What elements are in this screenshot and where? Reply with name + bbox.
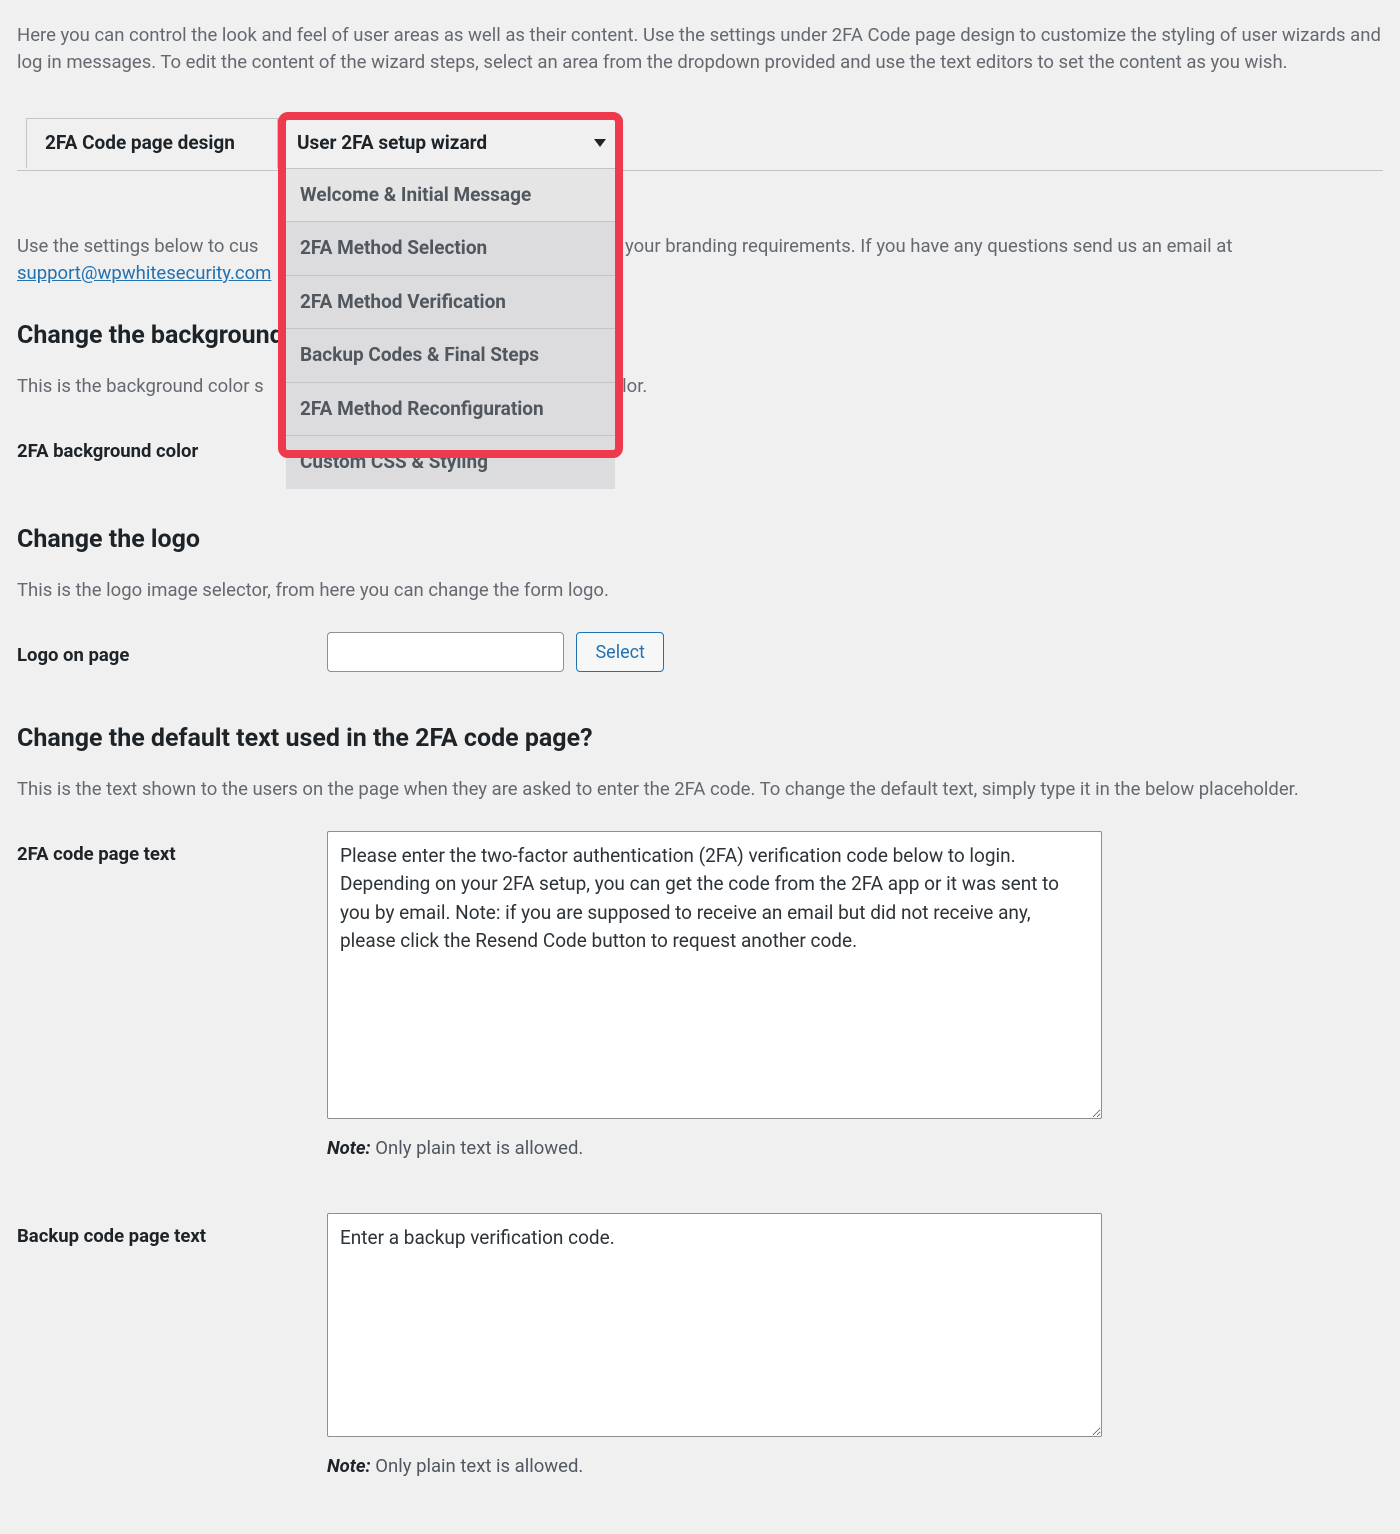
note-text: Only plain text is allowed.: [371, 1455, 584, 1477]
row-backup-text: Backup code page text Note: Only plain t…: [17, 1213, 1383, 1481]
dropdown-opt-method-selection[interactable]: 2FA Method Selection: [286, 222, 615, 276]
tab-label: 2FA Code page design: [45, 129, 235, 158]
chevron-down-icon: [594, 139, 606, 147]
dropdown-opt-method-reconfig[interactable]: 2FA Method Reconfiguration: [286, 383, 615, 437]
text-desc: This is the text shown to the users on t…: [17, 776, 1383, 803]
tab-label: User 2FA setup wizard: [297, 129, 487, 158]
bg-desc: This is the background color s m backgro…: [17, 373, 1383, 400]
settings-intro: Use the settings below to customize the …: [17, 233, 1383, 287]
note-label: Note:: [327, 1455, 371, 1477]
row-2fa-text: 2FA code page text Note: Only plain text…: [17, 831, 1383, 1163]
tab-2fa-code-page-design[interactable]: 2FA Code page design: [26, 118, 278, 169]
textarea-backup-code-page[interactable]: [327, 1213, 1102, 1437]
label-bg-color: 2FA background color: [17, 428, 327, 466]
wizard-dropdown: Welcome & Initial Message 2FA Method Sel…: [286, 169, 615, 489]
label-2fa-text: 2FA code page text: [17, 831, 327, 869]
logo-desc: This is the logo image selector, from he…: [17, 577, 1383, 604]
note-2fa-text: Note: Only plain text is allowed.: [327, 1135, 1383, 1163]
heading-change-text: Change the default text used in the 2FA …: [17, 720, 1383, 758]
dropdown-opt-welcome[interactable]: Welcome & Initial Message: [286, 169, 615, 223]
intro-text: Here you can control the look and feel o…: [17, 22, 1383, 76]
note-text: Only plain text is allowed.: [371, 1137, 584, 1159]
tab-user-2fa-setup-wizard[interactable]: User 2FA setup wizard: [278, 118, 623, 169]
note-backup-text: Note: Only plain text is allowed.: [327, 1453, 1383, 1481]
note-label: Note:: [327, 1137, 371, 1159]
select-button[interactable]: Select: [576, 632, 663, 672]
row-bg-color: 2FA background color: [17, 428, 1383, 466]
label-logo: Logo on page: [17, 632, 327, 670]
dropdown-opt-backup-codes[interactable]: Backup Codes & Final Steps: [286, 329, 615, 383]
logo-input[interactable]: [327, 632, 564, 672]
dropdown-opt-method-verification[interactable]: 2FA Method Verification: [286, 276, 615, 330]
label-backup-text: Backup code page text: [17, 1213, 327, 1251]
text: it meets your branding requirements. If …: [549, 235, 1232, 257]
heading-change-background: Change the background: [17, 317, 1383, 355]
heading-change-logo: Change the logo: [17, 521, 1383, 559]
textarea-2fa-code-page[interactable]: [327, 831, 1102, 1119]
dropdown-opt-custom-css[interactable]: Custom CSS & Styling: [286, 436, 615, 489]
row-logo: Logo on page Select: [17, 632, 1383, 672]
text: Use the settings below to cus: [17, 235, 258, 257]
tabs: 2FA Code page design User 2FA setup wiza…: [17, 118, 1383, 171]
support-email-link[interactable]: support@wpwhitesecurity.com: [17, 262, 271, 284]
